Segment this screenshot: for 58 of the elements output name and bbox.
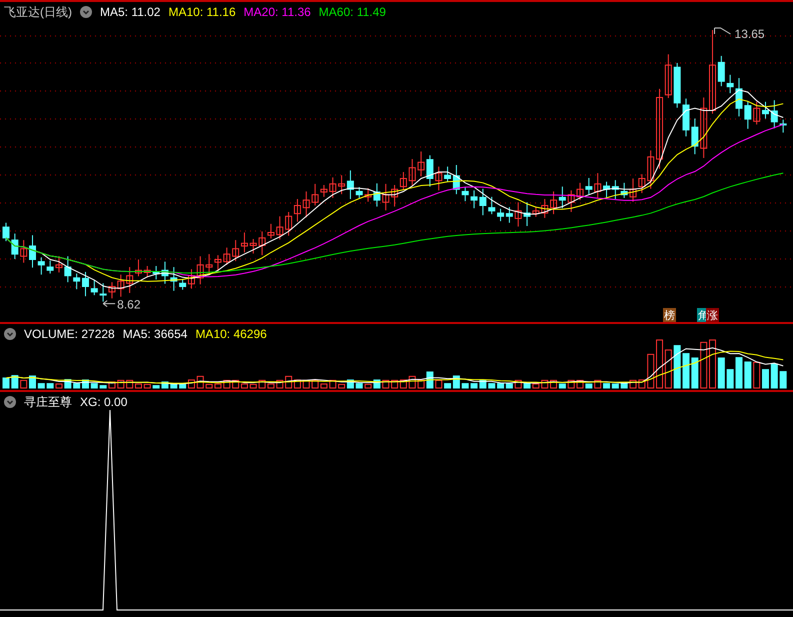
candlestick (329, 176, 336, 198)
candlestick (38, 256, 45, 276)
candlestick (620, 182, 628, 198)
dropdown-chevron-icon[interactable] (4, 396, 16, 408)
candlestick (726, 74, 734, 94)
candlestick (11, 233, 18, 260)
candlestick (382, 183, 390, 211)
volume-value: VOLUME: 27228 (24, 327, 115, 341)
candlestick (700, 97, 708, 158)
candlestick (144, 265, 151, 278)
candlestick (302, 190, 310, 218)
candlestick (514, 202, 522, 228)
candlestick (20, 240, 28, 264)
candlestick (276, 216, 284, 240)
leader-line (102, 300, 116, 308)
candlestick (64, 256, 72, 283)
candlestick (488, 196, 496, 215)
leader-line (714, 28, 732, 34)
candlestick (753, 101, 760, 125)
dropdown-chevron-icon[interactable] (4, 328, 16, 340)
candlestick (46, 260, 54, 274)
candlestick (170, 266, 178, 292)
candlestick (223, 247, 230, 266)
candlestick (541, 198, 548, 218)
moving-average-value: MA20: 11.36 (244, 5, 311, 19)
candlestick (744, 100, 752, 130)
high-price-label: 13.65 (734, 27, 765, 41)
moving-average-value: MA60: 11.49 (318, 5, 386, 19)
candlestick (196, 256, 204, 285)
indicator-value: 寻庄至尊 (24, 394, 72, 410)
candlestick (674, 62, 681, 108)
candlestick (462, 186, 469, 202)
candlestick (250, 238, 257, 254)
candlestick (117, 274, 124, 298)
moving-average-value: MA5: 11.02 (100, 5, 160, 19)
low-price-label: 8.62 (117, 298, 140, 312)
candlestick (90, 280, 98, 296)
candlestick (594, 172, 602, 198)
candlestick (568, 190, 575, 212)
volume-value: MA5: 36654 (122, 327, 188, 341)
candlestick (736, 78, 742, 117)
signal-badge: 涨 (706, 308, 719, 322)
moving-average-value: MA10: 11.16 (168, 5, 236, 19)
indicator-value: XG: 0.00 (80, 395, 128, 409)
stock-title: 飞亚达(日线) (4, 4, 72, 20)
candlestick (56, 256, 62, 273)
candlestick (770, 100, 778, 129)
candlestick (356, 186, 363, 198)
candlestick (435, 166, 442, 191)
candlestick (647, 150, 654, 190)
candlestick (2, 222, 10, 242)
candlestick (780, 119, 787, 134)
candlestick (29, 234, 36, 268)
signal-badge: 榜 (663, 308, 676, 322)
volume-value: MA10: 46296 (195, 327, 267, 341)
dropdown-chevron-icon[interactable] (80, 6, 92, 18)
candlestick (762, 101, 769, 120)
candlestick (408, 158, 416, 186)
